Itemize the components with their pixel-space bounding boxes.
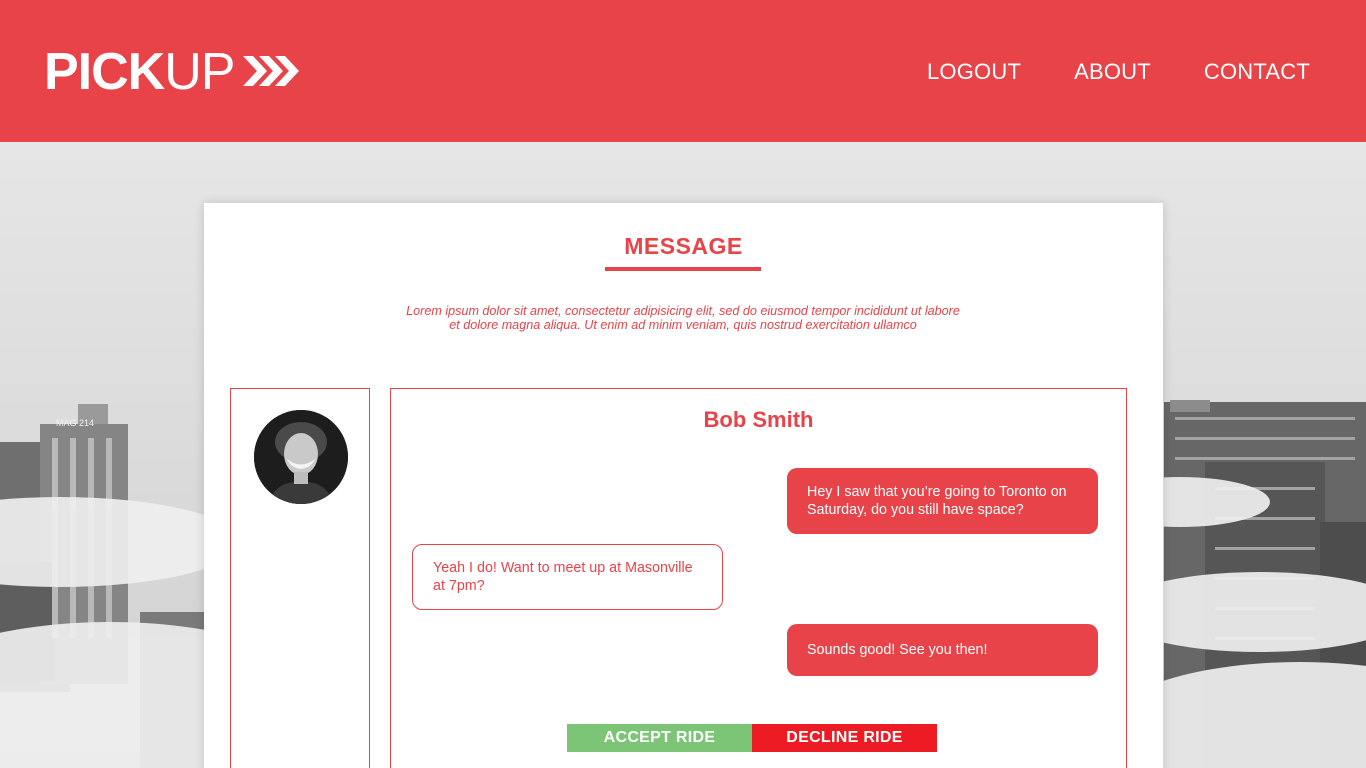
- logo-text-bold: PICK: [44, 43, 165, 101]
- user-avatar: [254, 410, 348, 504]
- main-nav: LOGOUT ABOUT CONTACT: [927, 57, 1310, 87]
- accept-ride-button[interactable]: ACCEPT RIDE: [567, 724, 752, 752]
- nav-about-link[interactable]: ABOUT: [1074, 57, 1151, 87]
- title-underline: [605, 267, 761, 271]
- message-bubble-sent: Sounds good! See you then!: [787, 624, 1098, 676]
- nav-logout-link[interactable]: LOGOUT: [927, 57, 1021, 87]
- top-navbar: PICK UP LOGOUT ABOUT CONTACT: [0, 0, 1366, 142]
- svg-text:MAG 214: MAG 214: [56, 418, 94, 428]
- decline-ride-button[interactable]: DECLINE RIDE: [752, 724, 937, 752]
- chat-panel: Bob Smith Hey I saw that you’re going to…: [390, 388, 1127, 768]
- message-bubble-sent: Hey I saw that you’re going to Toronto o…: [787, 468, 1098, 534]
- message-card: MESSAGE Lorem ipsum dolor sit amet, cons…: [204, 203, 1163, 768]
- message-bubble-received: Yeah I do! Want to meet up at Masonville…: [412, 544, 723, 610]
- page-title: MESSAGE: [624, 233, 743, 259]
- avatar[interactable]: [254, 410, 348, 504]
- chat-contact-name: Bob Smith: [703, 407, 814, 432]
- message-text: Yeah I do! Want to meet up at Masonville…: [433, 560, 693, 594]
- message-text: Hey I saw that you’re going to Toronto o…: [807, 484, 1067, 518]
- logo-text-light: UP: [164, 43, 235, 101]
- message-text: Sounds good! See you then!: [807, 642, 988, 658]
- intro-text: Lorem ipsum dolor sit amet, consectetur …: [406, 304, 960, 332]
- pickup-logo[interactable]: PICK UP: [44, 44, 299, 100]
- nav-contact-link[interactable]: CONTACT: [1204, 57, 1310, 87]
- triple-chevron-right-icon: [242, 54, 299, 93]
- ride-actions: ACCEPT RIDE DECLINE RIDE: [567, 724, 937, 752]
- contact-sidebar: [230, 388, 370, 768]
